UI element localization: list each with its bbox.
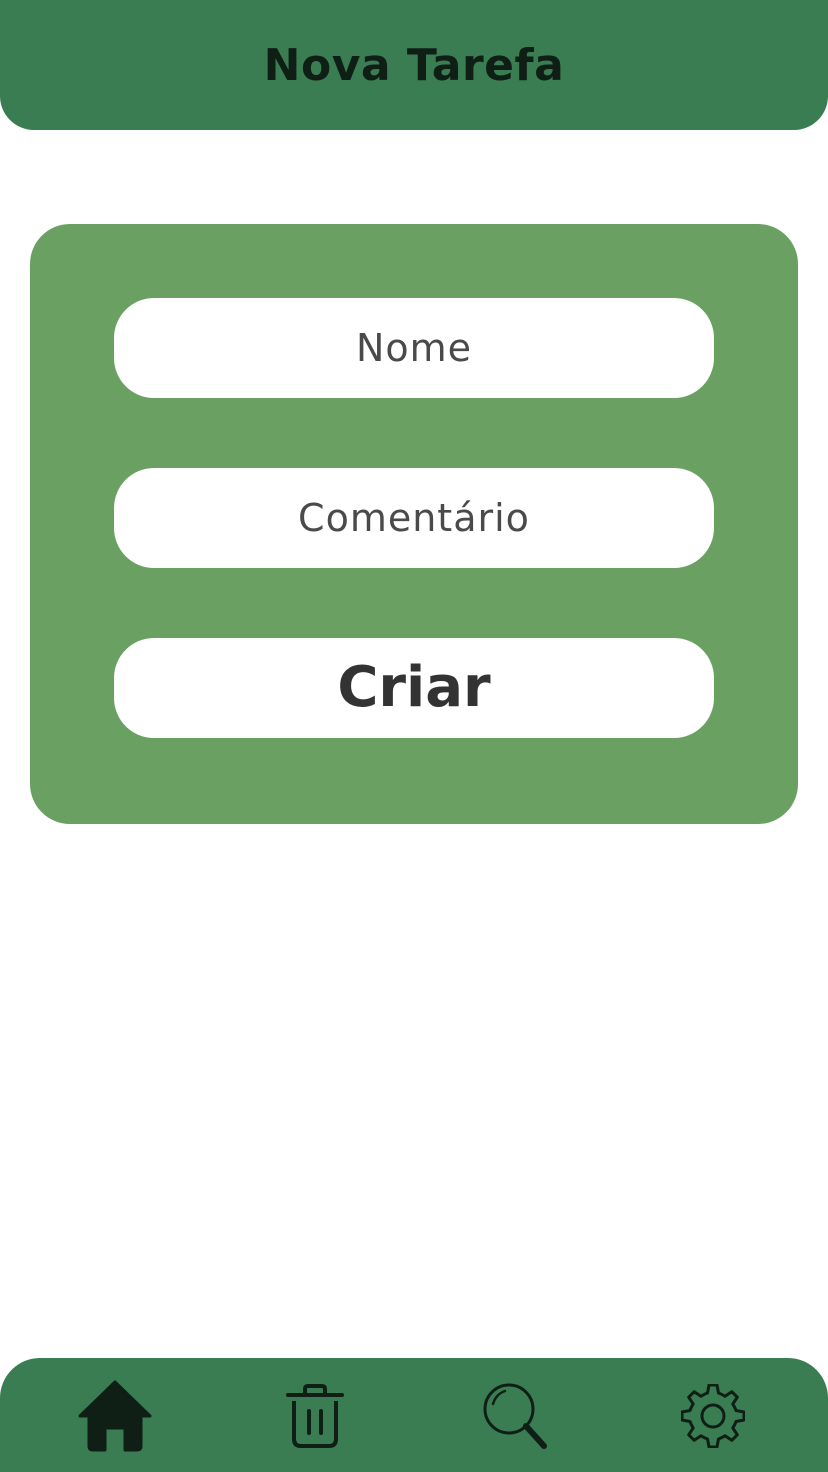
- gear-icon: [681, 1384, 745, 1448]
- task-form-card: Criar: [30, 224, 798, 824]
- trash-icon: [285, 1383, 345, 1449]
- nav-item-settings[interactable]: [673, 1376, 753, 1456]
- comment-input[interactable]: [114, 468, 714, 568]
- nav-item-search[interactable]: [475, 1376, 555, 1456]
- search-icon: [480, 1380, 550, 1452]
- create-button[interactable]: Criar: [114, 638, 714, 738]
- header-bar: Nova Tarefa: [0, 0, 828, 130]
- bottom-nav: [0, 1358, 828, 1472]
- page-title: Nova Tarefa: [263, 39, 565, 91]
- nav-item-trash[interactable]: [275, 1376, 355, 1456]
- home-icon: [78, 1380, 152, 1452]
- name-input[interactable]: [114, 298, 714, 398]
- nav-item-home[interactable]: [75, 1376, 155, 1456]
- new-task-screen: Nova Tarefa Criar: [0, 0, 828, 1472]
